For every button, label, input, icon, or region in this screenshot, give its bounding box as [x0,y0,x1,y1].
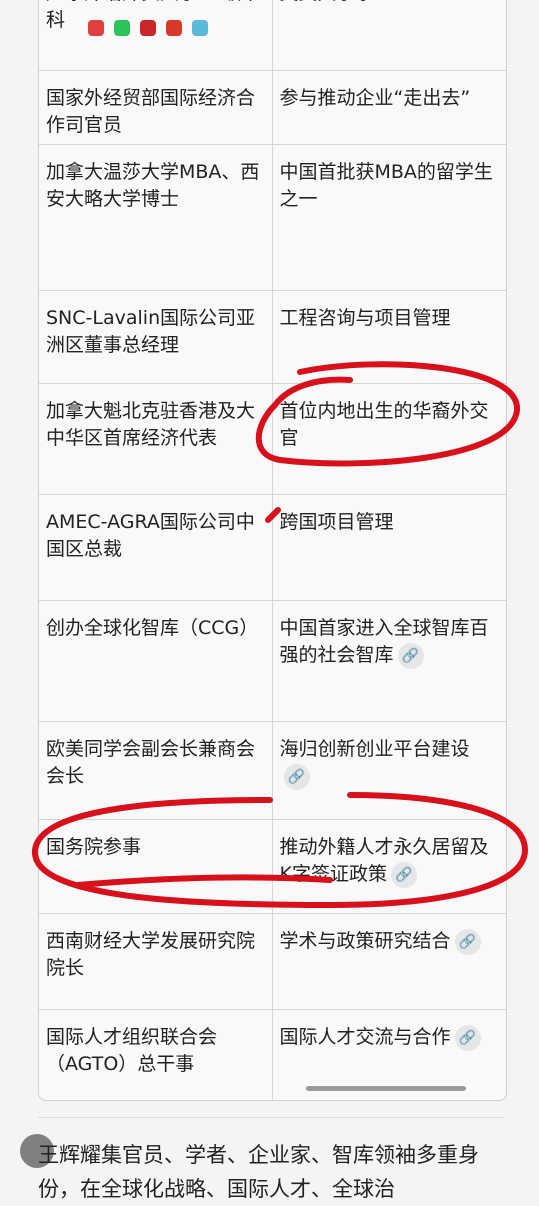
role-cell: 创办全球化智库（CCG） [39,601,273,721]
table-row: 加拿大魁北克驻香港及大中华区首席经济代表 首位内地出生的华裔外交官 [39,384,506,495]
link-icon[interactable]: 🔗 [397,642,424,669]
achievement-text: 参与推动企业“走出去” [279,87,471,109]
role-cell: SNC-Lavalin国际公司亚洲区董事总经理 [39,291,273,383]
table-row: 欧美同学会副会长兼商会会长 海归创新创业平台建设 🔗 [39,722,506,820]
role-cell: 国际人才组织联合会（AGTO）总干事 [39,1010,273,1100]
achievement-cell: 学术与政策研究结合 🔗 [273,914,507,1009]
achievement-text: 学术与政策研究结合 [279,930,451,952]
role-cell: 国家外经贸部国际经济合作司官员 [39,71,273,144]
achievement-cell: 推动外籍人才永久居留及K字签证政策 🔗 [273,820,507,913]
achievement-cell: 首位内地出生的华裔外交官 [273,384,507,494]
achievement-text: 英美文学学士 [280,0,394,4]
table-row: 国务院参事 推动外籍人才永久居留及K字签证政策 🔗 [39,820,506,914]
achievement-cell: 工程咨询与项目管理 [273,291,507,383]
wechat-icon [114,20,130,36]
table-row: 国家外经贸部国际经济合作司官员 参与推动企业“走出去” [39,71,506,145]
link-icon[interactable]: 🔗 [454,928,481,955]
app-icon [192,20,208,36]
achievement-cell: 中国首家进入全球智库百强的社会智库 🔗 [273,601,507,721]
status-icons [88,20,208,36]
role-cell: 西南财经大学发展研究院院长 [39,914,273,1009]
achievement-text: 工程咨询与项目管理 [279,307,451,329]
achievement-text: 跨国项目管理 [279,511,394,533]
achievement-text: 国际人才交流与合作 [279,1026,451,1048]
info-table: 广东外语外贸大学77级本科英美文学学士国家外经贸部国际经济合作司官员参与推动企业… [38,0,507,1101]
table-row: 西南财经大学发展研究院院长 学术与政策研究结合 🔗 [39,914,506,1010]
link-icon[interactable]: 🔗 [454,1024,481,1051]
app-icon [140,20,156,36]
table-row: 加拿大温莎大学MBA、西安大略大学博士 中国首批获MBA的留学生之一 [39,145,506,291]
table-row: SNC-Lavalin国际公司亚洲区董事总经理 工程咨询与项目管理 [39,291,506,384]
achievement-cell: 跨国项目管理 [273,495,507,600]
achievement-cell: 海归创新创业平台建设 🔗 [273,722,507,819]
link-icon[interactable]: 🔗 [283,763,310,790]
achievement-cell: 中国首批获MBA的留学生之一 [273,145,507,290]
table-row: 创办全球化智库（CCG） 中国首家进入全球智库百强的社会智库 🔗 [39,601,506,722]
achievement-text: 首位内地出生的华裔外交官 [279,400,489,449]
role-cell: 加拿大魁北克驻香港及大中华区首席经济代表 [39,384,273,494]
link-icon[interactable]: 🔗 [390,861,417,888]
app-icon [166,20,182,36]
body-paragraph: 王辉耀集官员、学者、企业家、智库领袖多重身份，在全球化战略、国际人才、全球治 [38,1143,479,1201]
role-cell: 欧美同学会副会长兼商会会长 [39,722,273,819]
achievement-text: 海归创新创业平台建设 [279,738,470,760]
horizontal-scrollbar[interactable] [306,1086,466,1091]
app-icon [88,20,104,36]
achievement-text: 推动外籍人才永久居留及K字签证政策 [279,836,489,885]
role-cell: 加拿大温莎大学MBA、西安大略大学博士 [39,145,273,290]
achievement-text: 中国首批获MBA的留学生之一 [279,161,493,210]
achievement-text: 中国首家进入全球智库百强的社会智库 [279,617,489,666]
achievement-cell: 参与推动企业“走出去” [273,71,507,144]
table-row: AMEC-AGRA国际公司中国区总裁 跨国项目管理 [39,495,506,601]
achievement-cell: 英美文学学士 [273,0,507,70]
role-cell: AMEC-AGRA国际公司中国区总裁 [39,495,273,600]
role-cell: 国务院参事 [39,820,273,913]
divider [38,1117,505,1118]
